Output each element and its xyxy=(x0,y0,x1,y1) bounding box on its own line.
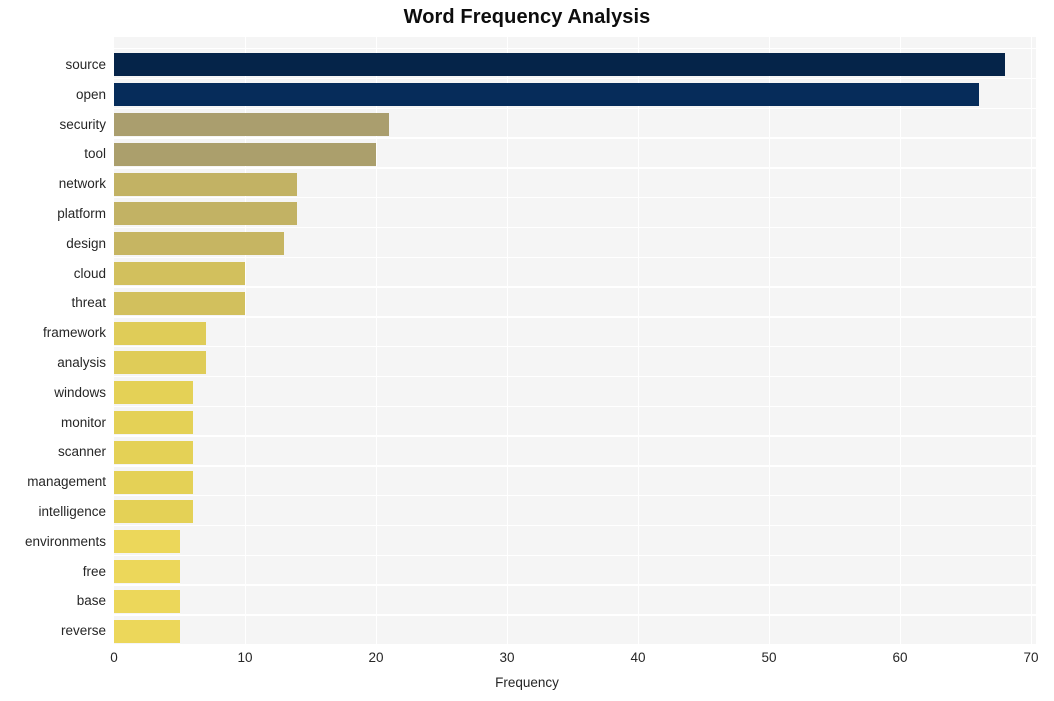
y-axis-tick-label: monitor xyxy=(60,414,106,430)
bar xyxy=(114,113,390,136)
x-axis-tick-label: 20 xyxy=(368,650,384,665)
x-axis-tick-label: 30 xyxy=(499,650,515,665)
bar xyxy=(114,500,193,524)
gridline-horizontal xyxy=(114,435,1036,437)
x-axis-title: Frequency xyxy=(495,675,559,690)
y-axis-tick-label: platform xyxy=(57,205,106,221)
bar xyxy=(114,53,1005,77)
y-axis-tick-label: reverse xyxy=(60,623,106,639)
bar xyxy=(114,440,193,464)
chart-title: Word Frequency Analysis xyxy=(403,6,651,28)
bar xyxy=(114,321,206,345)
y-axis-tick-label: windows xyxy=(54,384,106,400)
gridline-horizontal xyxy=(114,495,1036,497)
x-axis-tick-label: 10 xyxy=(237,650,253,665)
gridline-horizontal xyxy=(114,48,1036,50)
y-axis-tick-label: framework xyxy=(42,325,106,341)
x-axis-tick-label: 40 xyxy=(630,650,646,665)
bar xyxy=(114,560,180,584)
gridline-horizontal xyxy=(114,584,1036,586)
y-axis-tick-label: intelligence xyxy=(38,503,106,519)
gridline-horizontal xyxy=(114,197,1036,199)
gridline-horizontal xyxy=(114,107,1036,109)
bar xyxy=(114,142,376,166)
gridline-horizontal xyxy=(114,226,1036,229)
gridline-horizontal xyxy=(114,375,1036,378)
bar xyxy=(114,589,180,613)
gridline-horizontal xyxy=(114,256,1036,259)
bar xyxy=(114,619,180,643)
y-axis-tick-label: management xyxy=(27,474,106,490)
y-axis-tick-label: cloud xyxy=(73,265,106,281)
x-axis-tick-labels: 0 10 20 30 40 50 60 70 xyxy=(0,650,1054,670)
x-axis-tick-label: 60 xyxy=(892,650,908,665)
x-axis-tick-label: 70 xyxy=(1023,650,1039,665)
y-axis-tick-label: network xyxy=(58,176,106,192)
y-axis-tick-label: free xyxy=(82,563,106,579)
gridline-horizontal xyxy=(114,316,1036,318)
y-axis-tick-label: design xyxy=(66,235,106,251)
y-axis-tick-label: open xyxy=(75,86,106,102)
y-axis-tick-label: threat xyxy=(71,295,106,311)
chart-figure: Word Frequency Analysis source open securi… xyxy=(0,0,1054,701)
gridline-horizontal xyxy=(114,77,1036,80)
gridline-horizontal xyxy=(114,137,1036,139)
bar xyxy=(114,172,298,196)
y-axis-tick-label: scanner xyxy=(57,444,106,460)
bar xyxy=(114,83,979,107)
bar xyxy=(114,202,298,226)
y-axis-tick-label: base xyxy=(76,593,106,609)
bar xyxy=(114,411,193,435)
gridline-horizontal xyxy=(114,644,1036,645)
bar xyxy=(114,530,180,554)
plot-area xyxy=(114,37,1036,645)
x-axis-tick-label: 50 xyxy=(761,650,777,665)
gridline-horizontal xyxy=(114,465,1036,467)
y-axis-tick-label: security xyxy=(59,116,106,132)
y-axis-tick-label: environments xyxy=(24,533,106,549)
gridline-horizontal xyxy=(114,405,1036,408)
bar xyxy=(114,470,193,494)
y-axis-tick-label: analysis xyxy=(57,354,106,370)
y-axis-tick-label: tool xyxy=(84,146,106,162)
gridline-horizontal xyxy=(114,346,1036,348)
gridline-horizontal xyxy=(114,524,1036,527)
y-axis-tick-label: source xyxy=(65,56,106,72)
gridline-horizontal xyxy=(114,286,1036,288)
bar xyxy=(114,351,206,375)
gridline-horizontal xyxy=(114,614,1036,616)
gridline-horizontal xyxy=(114,554,1036,557)
bar xyxy=(114,232,285,256)
gridline-horizontal xyxy=(114,167,1036,169)
x-axis-tick-label: 0 xyxy=(110,650,118,665)
bar xyxy=(114,262,245,286)
y-axis-tick-labels: source open security tool network platform des… xyxy=(0,37,106,645)
bar xyxy=(114,291,245,315)
bar xyxy=(114,381,193,405)
